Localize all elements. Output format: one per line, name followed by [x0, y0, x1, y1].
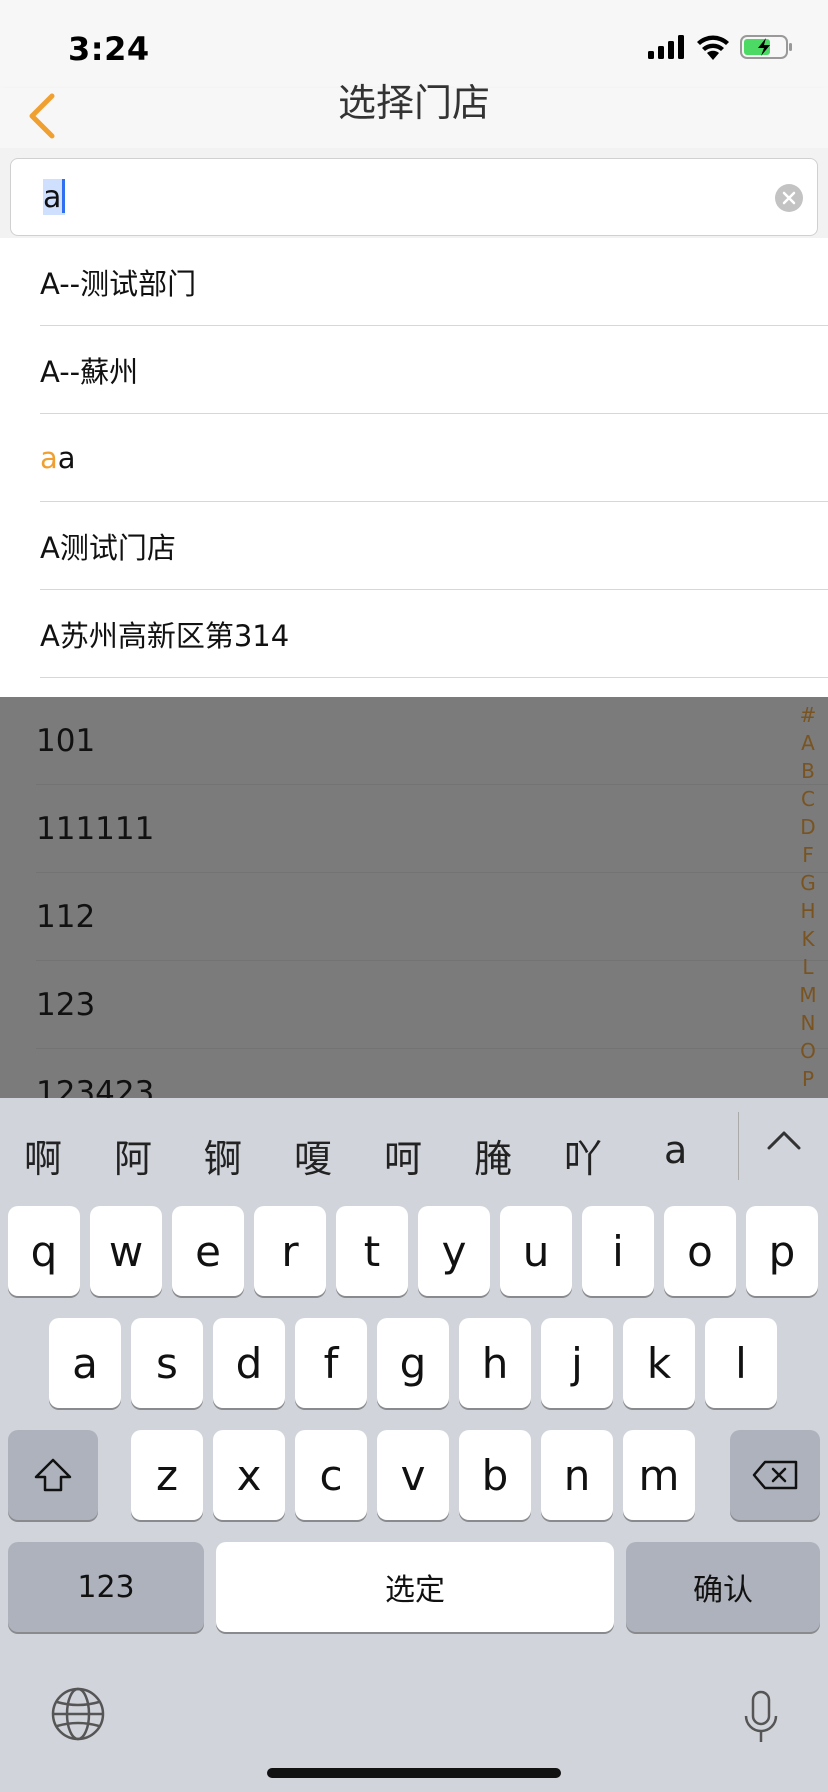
candidate-item[interactable]: 呵 — [384, 1128, 422, 1183]
index-letter[interactable]: C — [801, 785, 815, 813]
result-label: A--蘇州 — [40, 355, 139, 389]
list-item: 123 — [0, 961, 828, 1049]
shift-icon — [34, 1458, 72, 1492]
microphone-icon[interactable] — [742, 1690, 780, 1746]
key-p[interactable]: p — [746, 1206, 818, 1296]
search-input[interactable]: a — [10, 158, 818, 236]
delete-key[interactable] — [730, 1430, 820, 1520]
close-icon — [782, 191, 796, 205]
key-z[interactable]: z — [131, 1430, 203, 1520]
key-g[interactable]: g — [377, 1318, 449, 1408]
search-results-list: A--测试部门 A--蘇州 aa A测试门店 A苏州高新区第314 — [0, 238, 828, 678]
key-j[interactable]: j — [541, 1318, 613, 1408]
key-u[interactable]: u — [500, 1206, 572, 1296]
candidate-item[interactable]: 吖 — [564, 1128, 602, 1183]
keyboard: 啊 阿 锕 嗄 呵 腌 吖 a q w e r t y u i o p a s … — [0, 1098, 828, 1792]
index-letter[interactable]: # — [800, 701, 817, 729]
index-letter[interactable]: N — [801, 1009, 816, 1037]
result-match: a — [40, 441, 58, 475]
key-q[interactable]: q — [8, 1206, 80, 1296]
index-letter[interactable]: P — [802, 1065, 814, 1093]
home-indicator[interactable] — [267, 1768, 561, 1778]
candidate-item[interactable]: a — [664, 1128, 687, 1172]
candidate-item[interactable]: 嗄 — [294, 1128, 332, 1183]
key-a[interactable]: a — [49, 1318, 121, 1408]
cellular-signal-icon — [648, 35, 684, 59]
page-title: 选择门店 — [337, 81, 490, 125]
section-index-bar[interactable]: # A B C D F G H K L M N O P — [796, 701, 820, 1093]
list-item: 101 — [0, 697, 828, 785]
result-label: a — [57, 441, 76, 475]
candidate-item[interactable]: 阿 — [114, 1128, 152, 1183]
key-f[interactable]: f — [295, 1318, 367, 1408]
result-item[interactable]: A测试门店 — [0, 502, 828, 590]
key-k[interactable]: k — [623, 1318, 695, 1408]
globe-icon[interactable] — [50, 1686, 106, 1742]
index-letter[interactable]: O — [800, 1037, 816, 1065]
candidate-divider — [738, 1112, 739, 1180]
wifi-icon — [697, 35, 729, 60]
search-value: a — [43, 179, 66, 215]
list-item: 123423 — [0, 1049, 828, 1098]
status-time: 3:24 — [68, 30, 150, 68]
key-x[interactable]: x — [213, 1430, 285, 1520]
index-letter[interactable]: K — [801, 925, 814, 953]
index-letter[interactable]: L — [802, 953, 813, 981]
key-d[interactable]: d — [213, 1318, 285, 1408]
index-letter[interactable]: A — [801, 729, 815, 757]
result-label: A苏州高新区第314 — [40, 619, 290, 653]
space-key[interactable]: 选定 — [216, 1542, 614, 1632]
key-s[interactable]: s — [131, 1318, 203, 1408]
index-letter[interactable]: M — [799, 981, 816, 1009]
expand-candidates-button[interactable] — [766, 1128, 802, 1164]
key-r[interactable]: r — [254, 1206, 326, 1296]
key-t[interactable]: t — [336, 1206, 408, 1296]
list-item: 112 — [0, 873, 828, 961]
candidate-item[interactable]: 腌 — [474, 1128, 512, 1183]
chevron-up-icon — [767, 1131, 801, 1150]
battery-charging-icon — [740, 35, 792, 59]
index-letter[interactable]: H — [800, 897, 815, 925]
confirm-key[interactable]: 确认 — [626, 1542, 820, 1632]
key-i[interactable]: i — [582, 1206, 654, 1296]
result-item[interactable]: A--蘇州 — [0, 326, 828, 414]
index-letter[interactable]: G — [800, 869, 816, 897]
status-bar: 3:24 — [0, 0, 828, 88]
key-y[interactable]: y — [418, 1206, 490, 1296]
search-bar: a — [0, 148, 828, 238]
index-letter[interactable]: F — [802, 841, 814, 869]
key-b[interactable]: b — [459, 1430, 531, 1520]
key-o[interactable]: o — [664, 1206, 736, 1296]
key-w[interactable]: w — [90, 1206, 162, 1296]
candidate-item[interactable]: 啊 — [24, 1128, 62, 1183]
key-c[interactable]: c — [295, 1430, 367, 1520]
key-m[interactable]: m — [623, 1430, 695, 1520]
key-h[interactable]: h — [459, 1318, 531, 1408]
backspace-icon — [752, 1460, 798, 1490]
key-v[interactable]: v — [377, 1430, 449, 1520]
result-item[interactable]: aa — [0, 414, 828, 502]
result-item[interactable]: A--测试部门 — [0, 238, 828, 326]
result-label: A测试门店 — [40, 531, 176, 565]
result-item[interactable]: A苏州高新区第314 — [0, 590, 828, 678]
status-icons — [648, 34, 794, 60]
index-letter[interactable]: B — [801, 757, 815, 785]
index-letter[interactable]: D — [800, 813, 815, 841]
dimmed-store-list[interactable]: 101 111111 112 123 123423 # A B C D F G … — [0, 697, 828, 1098]
key-n[interactable]: n — [541, 1430, 613, 1520]
result-label: A--测试部门 — [40, 267, 197, 301]
shift-key[interactable] — [8, 1430, 98, 1520]
key-e[interactable]: e — [172, 1206, 244, 1296]
clear-search-button[interactable] — [775, 184, 803, 212]
candidate-bar: 啊 阿 锕 嗄 呵 腌 吖 a — [0, 1098, 828, 1208]
navigation-bar: 选择门店 — [0, 81, 828, 148]
candidate-item[interactable]: 锕 — [204, 1128, 242, 1183]
search-text: a — [43, 179, 66, 215]
list-item: 111111 — [0, 785, 828, 873]
numbers-key[interactable]: 123 — [8, 1542, 204, 1632]
key-l[interactable]: l — [705, 1318, 777, 1408]
